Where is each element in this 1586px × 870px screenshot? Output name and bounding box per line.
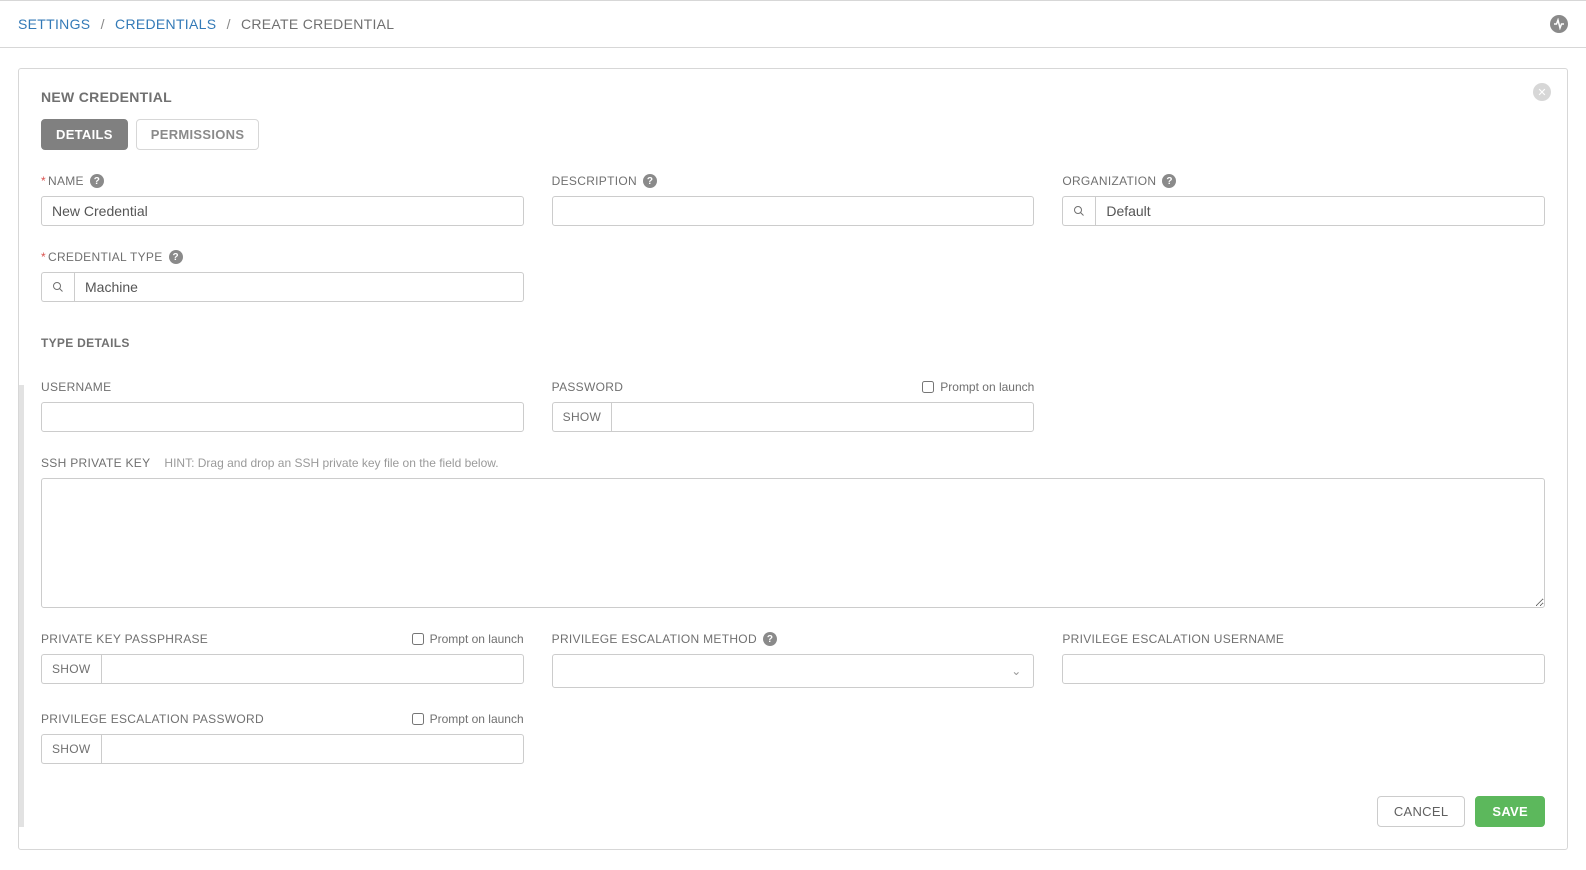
show-button[interactable]: SHOW [41,654,101,684]
priv-esc-password-prompt-checkbox[interactable]: Prompt on launch [412,712,524,726]
close-icon[interactable]: ✕ [1533,83,1551,101]
priv-esc-username-input[interactable] [1062,654,1545,684]
help-icon[interactable]: ? [90,174,104,188]
help-icon[interactable]: ? [1162,174,1176,188]
field-organization: ORGANIZATION ? [1062,172,1545,226]
panel-title: NEW CREDENTIAL [41,89,1545,105]
show-button[interactable]: SHOW [41,734,101,764]
password-prompt-checkbox[interactable]: Prompt on launch [922,380,1034,394]
organization-input[interactable] [1095,196,1545,226]
priv-esc-password-input[interactable] [101,734,524,764]
ssh-private-key-input[interactable] [41,478,1545,608]
passphrase-prompt-checkbox[interactable]: Prompt on launch [412,632,524,646]
save-button[interactable]: SAVE [1475,796,1545,827]
credential-type-input[interactable] [74,272,524,302]
priv-esc-method-select[interactable]: ⌄ [552,654,1035,688]
tabs: DETAILS PERMISSIONS [41,119,1545,150]
breadcrumb: SETTINGS / CREDENTIALS / CREATE CREDENTI… [18,16,394,32]
passphrase-input[interactable] [101,654,524,684]
ssh-hint: HINT: Drag and drop an SSH private key f… [164,456,498,470]
description-input[interactable] [552,196,1035,226]
activity-icon[interactable] [1550,15,1568,33]
help-icon[interactable]: ? [643,174,657,188]
field-ssh-private-key: SSH PRIVATE KEY HINT: Drag and drop an S… [41,454,1545,608]
field-description: DESCRIPTION ? [552,172,1035,226]
tab-details[interactable]: DETAILS [41,119,128,150]
breadcrumb-current: CREATE CREDENTIAL [241,16,394,32]
tab-permissions[interactable]: PERMISSIONS [136,119,260,150]
top-bar: SETTINGS / CREDENTIALS / CREATE CREDENTI… [0,0,1586,48]
chevron-down-icon: ⌄ [1011,664,1021,678]
help-icon[interactable]: ? [169,250,183,264]
password-input[interactable] [611,402,1034,432]
name-input[interactable] [41,196,524,226]
search-icon[interactable] [1062,196,1095,226]
breadcrumb-credentials[interactable]: CREDENTIALS [115,16,216,32]
field-username: USERNAME [41,378,524,432]
field-password: PASSWORD Prompt on launch SHOW [552,378,1035,432]
field-priv-esc-method: PRIVILEGE ESCALATION METHOD ? ⌄ [552,630,1035,688]
search-icon[interactable] [41,272,74,302]
username-input[interactable] [41,402,524,432]
field-priv-esc-username: PRIVILEGE ESCALATION USERNAME [1062,630,1545,688]
breadcrumb-settings[interactable]: SETTINGS [18,16,90,32]
cancel-button[interactable]: CANCEL [1377,796,1466,827]
credential-panel: NEW CREDENTIAL ✕ DETAILS PERMISSIONS *NA… [18,68,1568,850]
field-private-key-passphrase: PRIVATE KEY PASSPHRASE Prompt on launch … [41,630,524,688]
field-priv-esc-password: PRIVILEGE ESCALATION PASSWORD Prompt on … [41,710,524,764]
field-credential-type: *CREDENTIAL TYPE ? [41,248,524,302]
page: NEW CREDENTIAL ✕ DETAILS PERMISSIONS *NA… [0,48,1586,870]
field-name: *NAME ? [41,172,524,226]
show-button[interactable]: SHOW [552,402,612,432]
type-details-heading: TYPE DETAILS [41,336,1545,350]
help-icon[interactable]: ? [763,632,777,646]
form-footer: CANCEL SAVE [41,796,1545,827]
